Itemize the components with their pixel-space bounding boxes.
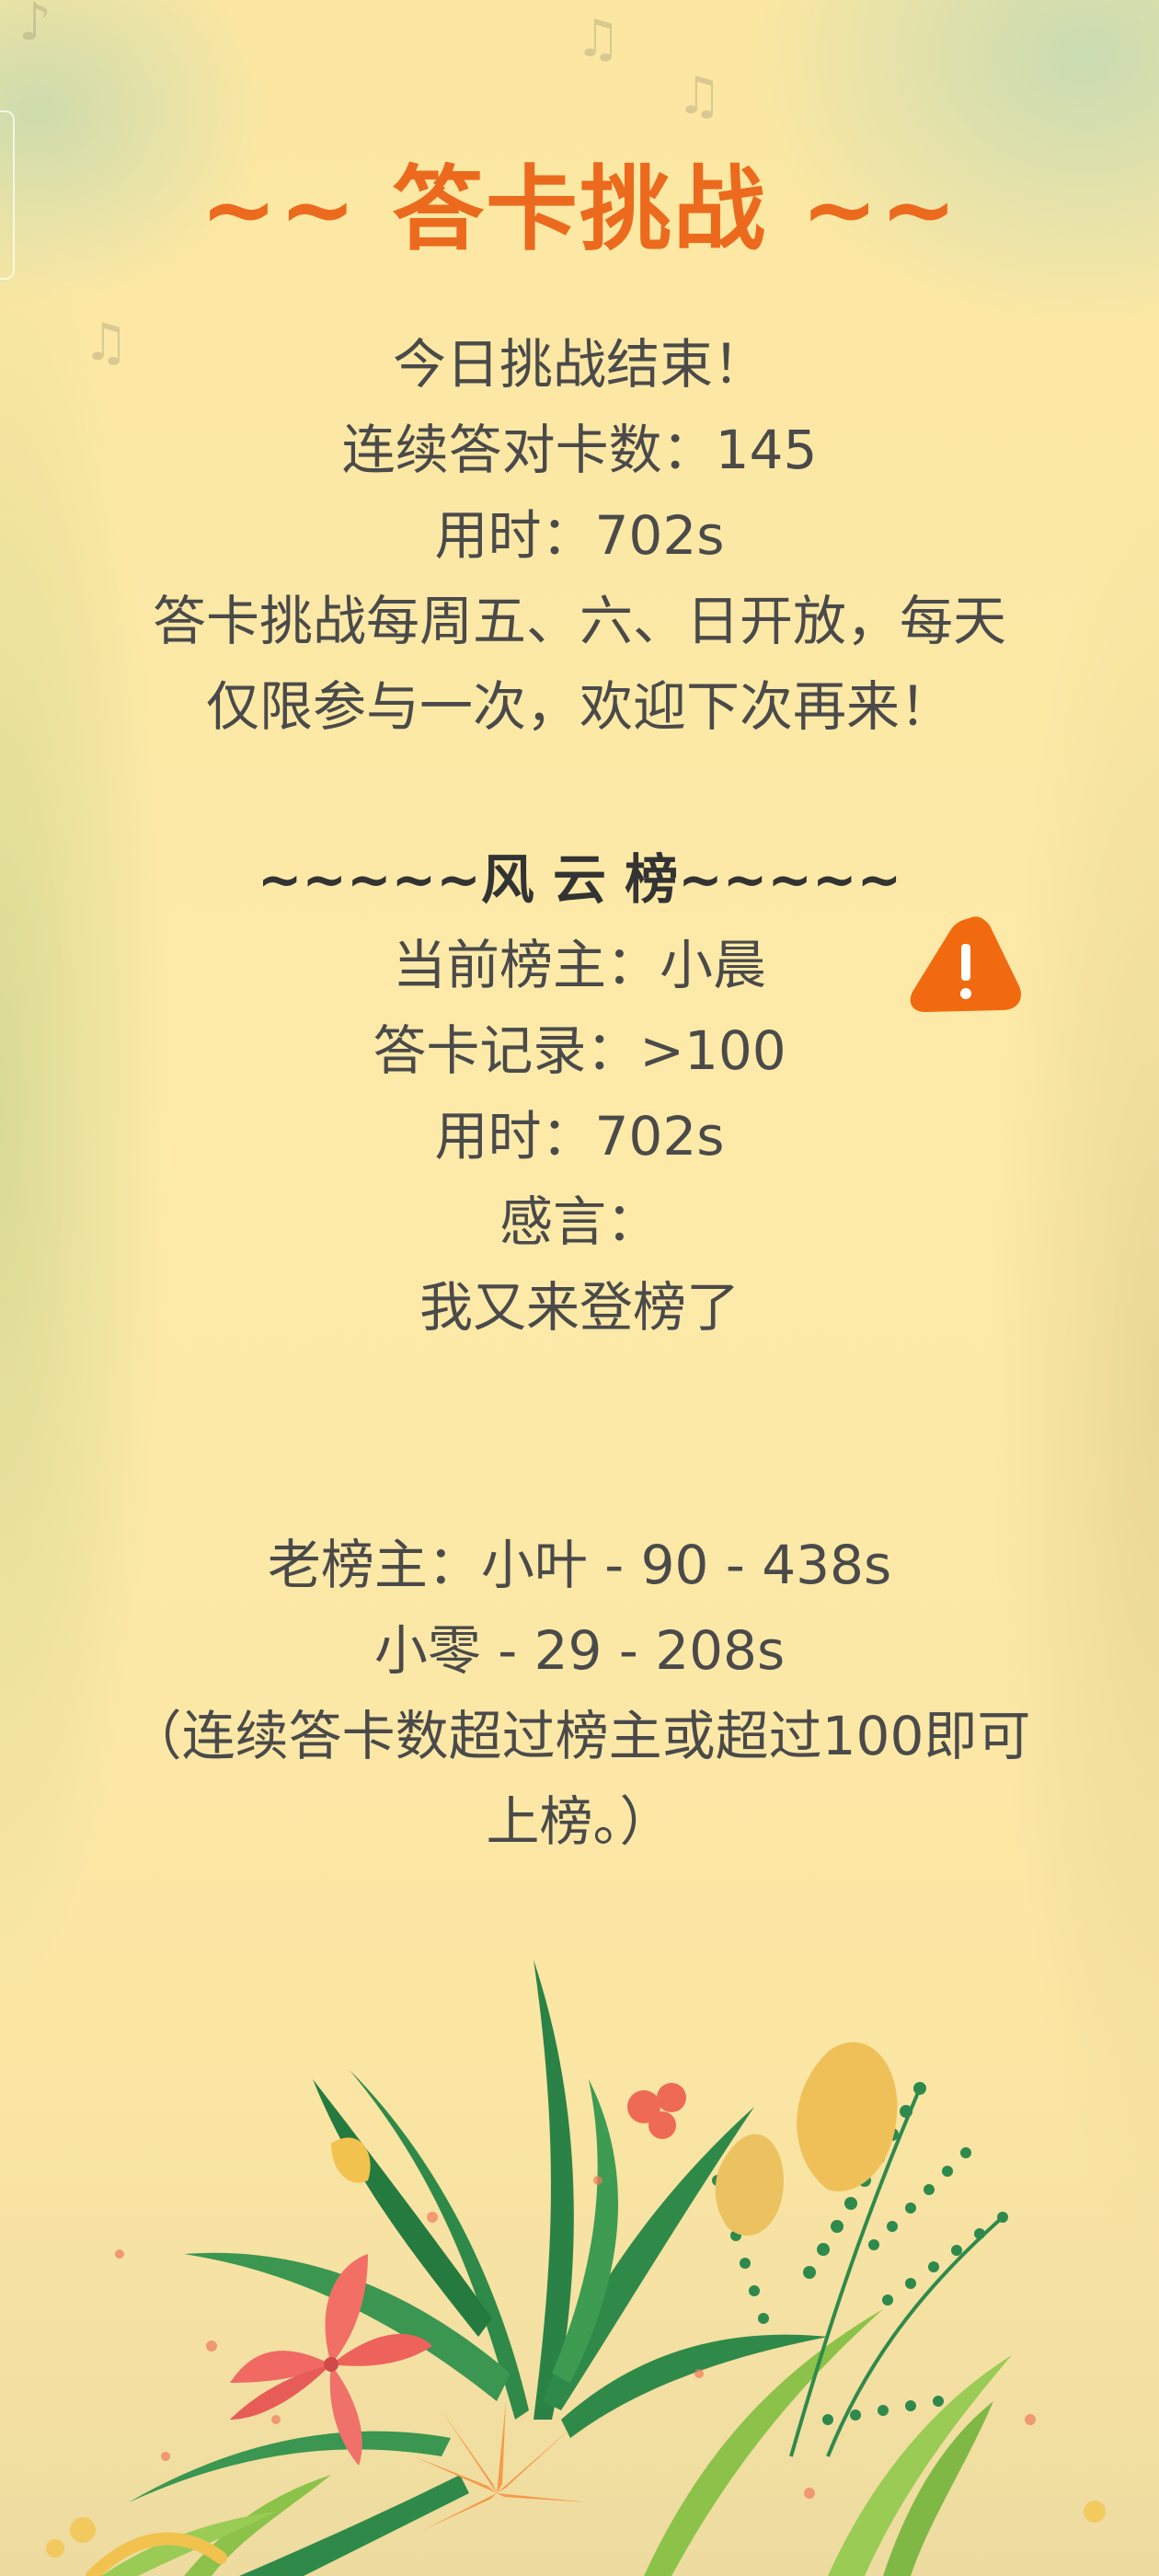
plant-illustration: [0, 1941, 1159, 2576]
time-used-text: 用时：702s: [434, 504, 725, 567]
history-entry-text: 小零 - 29 - 208s: [373, 1619, 786, 1682]
warning-icon[interactable]: [905, 911, 1025, 1018]
remark-label: 感言：: [499, 1190, 660, 1253]
ranking-note-line1: （连续答卡数超过榜主或超过100即可: [128, 1705, 1031, 1767]
leader-time-text: 用时：702s: [434, 1105, 725, 1167]
challenge-ended-text: 今日挑战结束！: [392, 333, 766, 396]
rule-text-line1: 答卡挑战每周五、六、日开放，每天: [152, 590, 1006, 652]
music-note-icon: ♫: [676, 66, 723, 126]
music-note-icon: ♫: [575, 9, 622, 69]
rule-text-line2: 仅限参与一次，欢迎下次再来！: [205, 675, 953, 738]
ranking-note-line2: 上榜。）: [486, 1790, 673, 1853]
remark-text: 我又来登榜了: [419, 1276, 740, 1339]
leaderboard-heading: ~~~~~风 云 榜~~~~~: [257, 848, 902, 911]
music-note-icon: ♪: [18, 0, 52, 52]
old-leader-text: 老榜主：小叶 - 90 - 438s: [267, 1534, 892, 1596]
leader-record-text: 答卡记录：>100: [373, 1019, 786, 1082]
streak-count-text: 连续答对卡数：145: [341, 419, 818, 481]
page-title: ~~ 答卡挑战 ~~: [200, 155, 959, 263]
